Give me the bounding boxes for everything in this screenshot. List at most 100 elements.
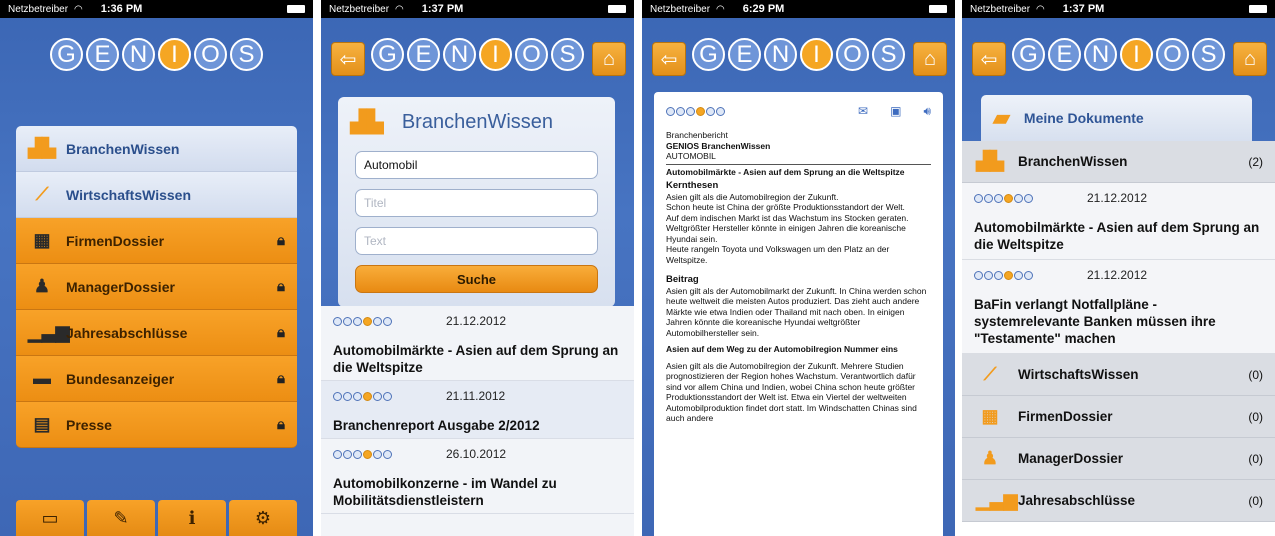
status-bar: Netzbetreiber ◠ 1:36 PM <box>0 0 313 18</box>
result-title: Automobilkonzerne - im Wandel zu Mobilit… <box>333 476 557 508</box>
building-icon: ▦ <box>981 406 999 426</box>
battery-icon <box>608 5 626 13</box>
genios-mini-logo <box>974 193 1033 203</box>
category-branchenwissen[interactable]: ▟▙ BranchenWissen (2) <box>962 141 1275 183</box>
search-button[interactable]: Suche <box>355 265 598 293</box>
doc-section-heading: Asien auf dem Weg zu der Automobilregion… <box>666 344 898 354</box>
menu-item-wirtschaftswissen[interactable]: ⟋ WirtschaftsWissen <box>16 172 297 218</box>
result-title: Branchenreport Ausgabe 2/2012 <box>333 418 540 433</box>
home-button[interactable]: ⌂ <box>913 42 947 76</box>
result-date: 21.12.2012 <box>446 314 507 328</box>
category-jahresabschluesse[interactable]: ▁▃▆ Jahresabschlüsse (0) <box>962 480 1275 522</box>
clock: 1:37 PM <box>421 3 464 15</box>
document-screen: Netzbetreiber ◠ 6:29 PM ⇦ GENIOS ⌂ ✉ ▣ 🔊… <box>642 0 955 536</box>
lock-icon: 🔒︎ <box>277 416 285 433</box>
lock-icon: 🔒︎ <box>277 370 285 387</box>
battery-icon <box>929 5 947 13</box>
search-title: BranchenWissen <box>401 110 554 133</box>
menu-item-jahresabschluesse[interactable]: ▁▃▆ Jahresabschlüsse 🔒︎ <box>16 310 297 356</box>
list-item[interactable]: 21.12.2012 Automobilmärkte - Asien auf d… <box>321 306 634 381</box>
genios-logo: GENIOS <box>321 38 634 71</box>
line-chart-icon: ⟋ <box>983 364 997 384</box>
clock: 1:36 PM <box>100 3 143 15</box>
title-input[interactable]: Titel <box>355 189 598 217</box>
list-item[interactable]: 21.11.2012 Branchenreport Ausgabe 2/2012 <box>321 381 634 439</box>
category-managerdossier[interactable]: ♟ ManagerDossier (0) <box>962 438 1275 480</box>
my-documents-list: ▟▙ BranchenWissen (2) 21.12.2012 Automob… <box>962 141 1275 536</box>
factory-icon: ▟▙ <box>976 151 1004 171</box>
menu-item-presse[interactable]: ▤ Presse 🔒︎ <box>16 402 297 448</box>
text-input[interactable]: Text <box>355 227 598 255</box>
carrier-label: Netzbetreiber <box>970 3 1031 15</box>
category-firmendossier[interactable]: ▦ FirmenDossier (0) <box>962 396 1275 438</box>
wifi-icon: ◠ <box>395 3 404 15</box>
status-bar: Netzbetreiber ◠ 6:29 PM <box>642 0 955 18</box>
doc-section-heading: Kernthesen <box>666 180 719 191</box>
status-bar: Netzbetreiber ◠ 1:37 PM <box>321 0 634 18</box>
search-form: ▟▙ BranchenWissen Automobil Titel Text S… <box>338 97 615 307</box>
menu-item-firmendossier[interactable]: ▦ FirmenDossier 🔒︎ <box>16 218 297 264</box>
doc-source: GENIOS BranchenWissen <box>666 140 771 151</box>
list-item[interactable]: 26.10.2012 Automobilkonzerne - im Wandel… <box>321 439 634 514</box>
menu-item-branchenwissen[interactable]: ▟▙ BranchenWissen <box>16 126 297 172</box>
menu-item-label: Jahresabschlüsse <box>66 324 188 341</box>
genios-mini-logo <box>333 316 392 326</box>
list-item[interactable]: 21.12.2012 Automobilmärkte - Asien auf d… <box>962 183 1275 260</box>
doc-headline: Automobilmärkte - Asien auf dem Sprung a… <box>666 166 905 177</box>
home-button[interactable]: ⌂ <box>592 42 626 76</box>
folder-icon: ▰ <box>993 105 1010 130</box>
result-date: 26.10.2012 <box>446 447 507 461</box>
genios-logo: GENIOS <box>962 38 1275 71</box>
person-icon: ♟ <box>33 276 51 296</box>
main-menu: ▟▙ BranchenWissen ⟋ WirtschaftsWissen ▦ … <box>16 126 297 448</box>
lock-icon: 🔒︎ <box>277 324 285 341</box>
category-wirtschaftswissen[interactable]: ⟋ WirtschaftsWissen (0) <box>962 354 1275 396</box>
folder-icon[interactable]: ▭ <box>16 500 84 536</box>
count-badge: (0) <box>1248 367 1263 382</box>
document-body: ✉ ▣ 🔊︎ Branchenbericht GENIOS BranchenWi… <box>654 92 943 536</box>
genios-logo: GENIOS <box>0 38 313 71</box>
list-item[interactable]: 21.12.2012 BaFin verlangt Notfallpläne -… <box>962 260 1275 354</box>
battery-icon <box>287 5 305 13</box>
speaker-icon[interactable]: 🔊︎ <box>923 105 931 116</box>
lock-icon: 🔒︎ <box>277 232 285 249</box>
count-badge: (0) <box>1248 409 1263 424</box>
factory-icon: ▟▙ <box>350 109 384 134</box>
query-input[interactable]: Automobil <box>355 151 598 179</box>
carrier-label: Netzbetreiber <box>329 3 390 15</box>
clock: 6:29 PM <box>742 3 785 15</box>
bar-chart-icon: ▁▃▆ <box>28 322 70 342</box>
info-icon[interactable]: ℹ <box>158 500 226 536</box>
wifi-icon: ◠ <box>74 3 83 15</box>
menu-item-bundesanzeiger[interactable]: ▬ Bundesanzeiger 🔒︎ <box>16 356 297 402</box>
flag-icon: ▬ <box>33 368 51 388</box>
edit-icon[interactable]: ✎ <box>87 500 155 536</box>
main-menu-screen: Netzbetreiber ◠ 1:36 PM GENIOS ▟▙ Branch… <box>0 0 313 536</box>
count-badge: (2) <box>1248 154 1263 169</box>
mail-icon[interactable]: ✉ <box>858 105 868 116</box>
menu-item-label: BranchenWissen <box>66 140 180 157</box>
genios-mini-logo <box>974 270 1033 280</box>
genios-mini-logo <box>333 449 392 459</box>
my-documents-title: Meine Dokumente <box>1023 110 1144 126</box>
tab-bar: ▭ ✎ ℹ ⚙ <box>16 500 297 536</box>
newspaper-icon: ▤ <box>33 414 51 434</box>
person-icon: ♟ <box>981 448 999 468</box>
my-documents-screen: Netzbetreiber ◠ 1:37 PM ⇦ GENIOS ⌂ ▰ Mei… <box>962 0 1275 536</box>
home-button[interactable]: ⌂ <box>1233 42 1267 76</box>
my-documents-header: ▰ Meine Dokumente <box>981 95 1252 141</box>
doc-kind: Branchenbericht <box>666 130 728 140</box>
wifi-icon: ◠ <box>716 3 725 15</box>
settings-icon[interactable]: ⚙ <box>229 500 297 536</box>
menu-item-label: FirmenDossier <box>66 232 165 249</box>
menu-item-managerdossier[interactable]: ♟ ManagerDossier 🔒︎ <box>16 264 297 310</box>
battery-icon <box>1249 5 1267 13</box>
factory-icon: ▟▙ <box>28 138 56 158</box>
carrier-label: Netzbetreiber <box>8 3 69 15</box>
menu-item-label: ManagerDossier <box>66 278 175 295</box>
result-title: Automobilmärkte - Asien auf dem Sprung a… <box>333 343 619 375</box>
genios-logo: GENIOS <box>642 38 955 71</box>
pdf-icon[interactable]: ▣ <box>890 105 901 116</box>
menu-item-label: WirtschaftsWissen <box>66 186 192 203</box>
count-badge: (0) <box>1248 451 1263 466</box>
